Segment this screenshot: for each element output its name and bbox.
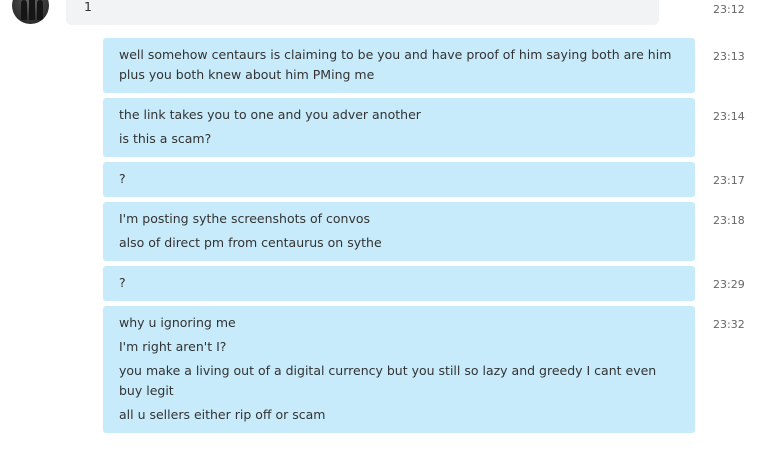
message-timestamp: 23:18	[713, 214, 745, 227]
message-line: I'm right aren't I?	[119, 339, 227, 354]
message-timestamp: 23:14	[713, 110, 745, 123]
outgoing-message[interactable]: why u ignoring me I'm right aren't I? yo…	[103, 306, 695, 433]
message-line: well somehow centaurs is claiming to be …	[119, 47, 672, 62]
message-line: you make a living out of a digital curre…	[119, 363, 657, 398]
message-line: I'm posting sythe screenshots of convos	[119, 211, 371, 226]
message-text: 1	[84, 0, 92, 14]
message-line: is this a scam?	[119, 131, 212, 146]
message-timestamp: 23:12	[713, 3, 745, 16]
chat-history: 1 23:12 well somehow centaurs is claimin…	[0, 0, 761, 468]
outgoing-message[interactable]: ?	[103, 266, 695, 301]
outgoing-message[interactable]: well somehow centaurs is claiming to be …	[103, 38, 695, 93]
message-timestamp: 23:13	[713, 50, 745, 63]
message-timestamp: 23:32	[713, 318, 745, 331]
message-line: also of direct pm from centaurus on syth…	[119, 235, 382, 250]
message-line: ?	[119, 171, 126, 186]
message-line: ?	[119, 275, 126, 290]
message-line: plus you both knew about him PMing me	[119, 67, 375, 82]
message-line: all u sellers either rip off or scam	[119, 407, 326, 422]
contact-avatar[interactable]	[12, 0, 49, 24]
outgoing-message[interactable]: the link takes you to one and you adver …	[103, 98, 695, 157]
message-line: the link takes you to one and you adver …	[119, 107, 421, 122]
message-timestamp: 23:17	[713, 174, 745, 187]
outgoing-message[interactable]: ?	[103, 162, 695, 197]
incoming-message[interactable]: 1	[66, 0, 659, 25]
outgoing-message[interactable]: I'm posting sythe screenshots of convos …	[103, 202, 695, 261]
message-timestamp: 23:29	[713, 278, 745, 291]
message-line: why u ignoring me	[119, 315, 236, 330]
